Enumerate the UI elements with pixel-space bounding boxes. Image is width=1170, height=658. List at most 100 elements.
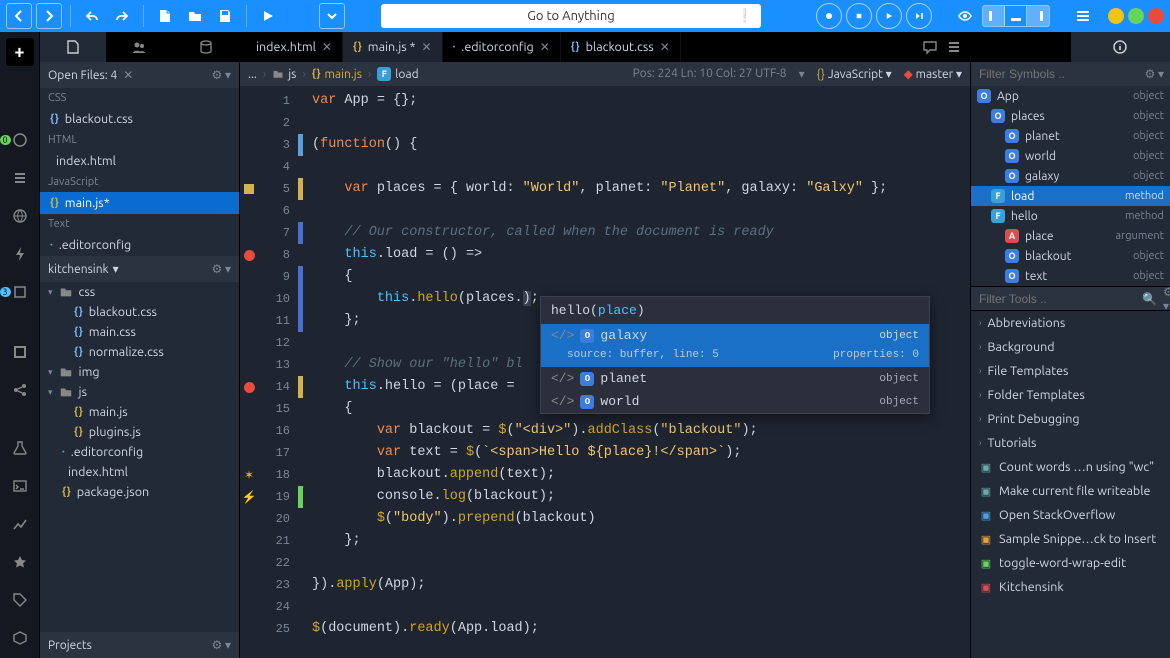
- close-window[interactable]: [1148, 8, 1164, 24]
- gear-icon[interactable]: ⚙ ▾: [1144, 67, 1164, 81]
- tool-item[interactable]: ▣toggle-word-wrap-edit: [971, 551, 1170, 575]
- tool-item[interactable]: ▣Make current file writeable: [971, 479, 1170, 503]
- open-file-item[interactable]: {}main.js*: [40, 192, 239, 214]
- gear-icon[interactable]: ⚙ ▾: [211, 262, 231, 276]
- file-tab[interactable]: index.html✕: [240, 32, 343, 62]
- symbol-item[interactable]: Oworldobject: [971, 146, 1170, 166]
- tab-list-icon[interactable]: [946, 39, 962, 55]
- step-icon[interactable]: [906, 3, 932, 29]
- play-icon2[interactable]: [876, 3, 902, 29]
- rail-chart-icon[interactable]: [6, 510, 34, 538]
- run-button[interactable]: [255, 3, 281, 29]
- file-item[interactable]: {}plugins.js: [40, 422, 239, 442]
- rail-terminal-icon[interactable]: [6, 472, 34, 500]
- tab-files[interactable]: [40, 32, 106, 62]
- open-file-item[interactable]: {}blackout.css: [40, 108, 239, 130]
- tool-folder[interactable]: ›Abbreviations: [971, 311, 1170, 335]
- autocomplete-item[interactable]: </>Oworldobject: [541, 390, 929, 413]
- tool-item[interactable]: ▣Open StackOverflow: [971, 503, 1170, 527]
- tab-comment-icon[interactable]: [922, 39, 938, 55]
- folder-item[interactable]: ▾js: [40, 382, 239, 402]
- file-tab[interactable]: ·.editorconfig✕: [443, 32, 561, 62]
- maximize-window[interactable]: [1128, 8, 1144, 24]
- symbol-item[interactable]: Oplanetobject: [971, 126, 1170, 146]
- rail-flask-icon[interactable]: [6, 434, 34, 462]
- menu-icon[interactable]: [1070, 3, 1096, 29]
- back-button[interactable]: [6, 3, 32, 29]
- symbol-item[interactable]: Otextobject: [971, 266, 1170, 286]
- symbol-item[interactable]: Ogalaxyobject: [971, 166, 1170, 186]
- right-tab-info[interactable]: [1071, 32, 1170, 62]
- close-tab-icon[interactable]: ✕: [660, 40, 670, 54]
- project-header[interactable]: kitchensink ▾ ⚙ ▾: [40, 256, 239, 282]
- autocomplete-item[interactable]: </>Oplanetobject: [541, 367, 929, 390]
- undo-button[interactable]: [79, 3, 105, 29]
- projects-footer[interactable]: Projects ⚙ ▾: [40, 632, 239, 658]
- file-item[interactable]: {}main.css: [40, 322, 239, 342]
- forward-button[interactable]: [36, 3, 62, 29]
- goto-anything-search[interactable]: Go to Anything ❕: [381, 4, 761, 28]
- symbol-item[interactable]: Floadmethod: [971, 186, 1170, 206]
- stop-icon[interactable]: [846, 3, 872, 29]
- tool-item[interactable]: ▣Count words …n using "wc": [971, 455, 1170, 479]
- layout-left[interactable]: [983, 6, 1005, 26]
- layout-bottom[interactable]: [1005, 6, 1027, 26]
- close-tab-icon[interactable]: ✕: [322, 40, 332, 54]
- tool-item[interactable]: ▣Kitchensink: [971, 575, 1170, 599]
- folder-item[interactable]: ▾img: [40, 362, 239, 382]
- record-icon[interactable]: [816, 3, 842, 29]
- file-item[interactable]: {}package.json: [40, 482, 239, 502]
- minimize-window[interactable]: [1108, 8, 1124, 24]
- right-tab-1[interactable]: [971, 32, 1071, 62]
- tab-db[interactable]: [173, 32, 239, 62]
- file-tab[interactable]: {}blackout.css✕: [561, 32, 681, 62]
- symbol-item[interactable]: Aplaceargument: [971, 226, 1170, 246]
- file-tab[interactable]: {}main.js *✕: [343, 32, 443, 62]
- rail-bolt-icon[interactable]: [6, 240, 34, 268]
- dropdown-button[interactable]: [319, 3, 345, 29]
- eye-icon[interactable]: [952, 3, 978, 29]
- symbol-item[interactable]: Oplacesobject: [971, 106, 1170, 126]
- symbol-item[interactable]: OAppobject: [971, 86, 1170, 106]
- symbol-item[interactable]: Fhellomethod: [971, 206, 1170, 226]
- save-button[interactable]: [212, 3, 238, 29]
- add-button[interactable]: +: [6, 38, 34, 66]
- symbols-filter-input[interactable]: [977, 66, 1138, 82]
- file-item[interactable]: index.html: [40, 462, 239, 482]
- tool-folder[interactable]: ›File Templates: [971, 359, 1170, 383]
- rail-box-icon[interactable]: [6, 624, 34, 652]
- tool-folder[interactable]: ›Background: [971, 335, 1170, 359]
- close-tab-icon[interactable]: ✕: [422, 40, 432, 54]
- new-file-button[interactable]: [152, 3, 178, 29]
- tool-folder[interactable]: ›Tutorials: [971, 431, 1170, 455]
- tool-folder[interactable]: ›Folder Templates: [971, 383, 1170, 407]
- autocomplete-item[interactable]: </>Ogalaxyobject: [541, 324, 929, 347]
- search-icon[interactable]: 🔍: [1142, 292, 1157, 306]
- rail-share-icon[interactable]: [6, 376, 34, 404]
- tools-filter-input[interactable]: [977, 291, 1136, 307]
- gear-icon[interactable]: ⚙ ▾: [1163, 285, 1170, 313]
- open-file-item[interactable]: index.html: [40, 150, 239, 172]
- rail-star-icon[interactable]: [6, 548, 34, 576]
- close-all-icon[interactable]: ✕: [123, 68, 133, 82]
- gear-icon[interactable]: ⚙ ▾: [211, 68, 231, 82]
- open-folder-button[interactable]: [182, 3, 208, 29]
- folder-item[interactable]: ▾css: [40, 282, 239, 302]
- layout-right[interactable]: [1027, 6, 1049, 26]
- rail-badge-icon[interactable]: 3: [6, 278, 34, 306]
- rail-tag-icon[interactable]: [6, 586, 34, 614]
- file-item[interactable]: {}main.js: [40, 402, 239, 422]
- rail-frame-icon[interactable]: [6, 338, 34, 366]
- open-file-item[interactable]: ·.editorconfig: [40, 234, 239, 256]
- file-item[interactable]: {}blackout.css: [40, 302, 239, 322]
- symbol-item[interactable]: Oblackoutobject: [971, 246, 1170, 266]
- close-tab-icon[interactable]: ✕: [540, 40, 550, 54]
- tool-folder[interactable]: ›Print Debugging: [971, 407, 1170, 431]
- rail-btn-1[interactable]: 0: [6, 126, 34, 154]
- file-item[interactable]: ·.editorconfig: [40, 442, 239, 462]
- tool-item[interactable]: ▣Sample Snippe…ck to Insert: [971, 527, 1170, 551]
- rail-list-icon[interactable]: [6, 164, 34, 192]
- redo-button[interactable]: [109, 3, 135, 29]
- file-item[interactable]: {}normalize.css: [40, 342, 239, 362]
- rail-globe-icon[interactable]: [6, 202, 34, 230]
